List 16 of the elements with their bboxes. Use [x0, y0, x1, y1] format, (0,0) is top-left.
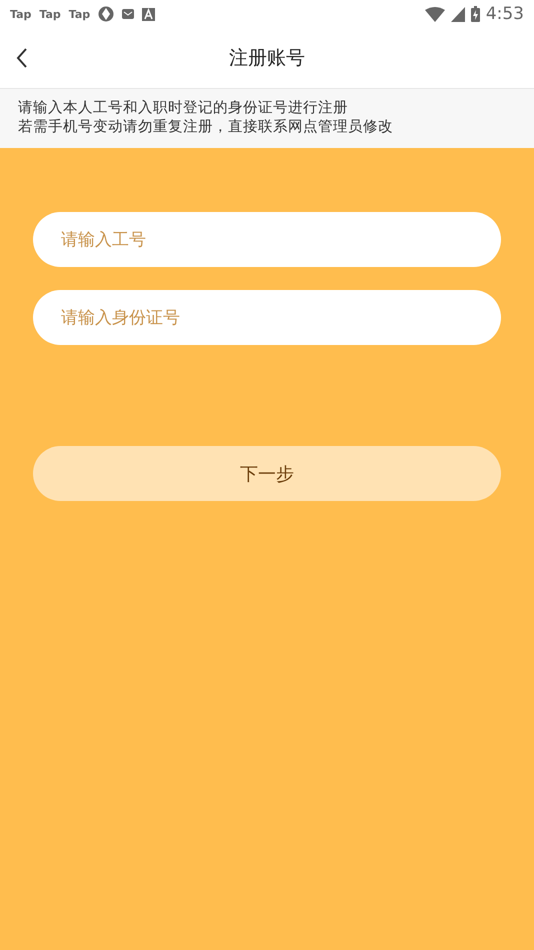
page-title: 注册账号: [229, 46, 305, 71]
app-label: Tap: [68, 8, 90, 20]
notice-text: 请输入本人工号和入职时登记的身份证号进行注册: [18, 99, 349, 118]
notice-text: 若需手机号变动请勿重复注册，直接联系网点管理员修改: [18, 118, 394, 137]
input-field[interactable]: 请输入身份证号: [33, 290, 501, 345]
battery-icon: [470, 6, 480, 22]
font-icon: [142, 8, 156, 20]
input-field[interactable]: 请输入工号: [33, 212, 501, 267]
status-time: 4:53: [486, 4, 524, 24]
aperture-icon: [98, 6, 114, 22]
app-label: Tap: [39, 8, 61, 20]
wifi-icon: [424, 6, 445, 22]
signal-icon: [450, 6, 465, 22]
app-label: Tap: [10, 8, 32, 20]
mail-icon: [122, 8, 134, 20]
back-icon: [16, 48, 28, 68]
